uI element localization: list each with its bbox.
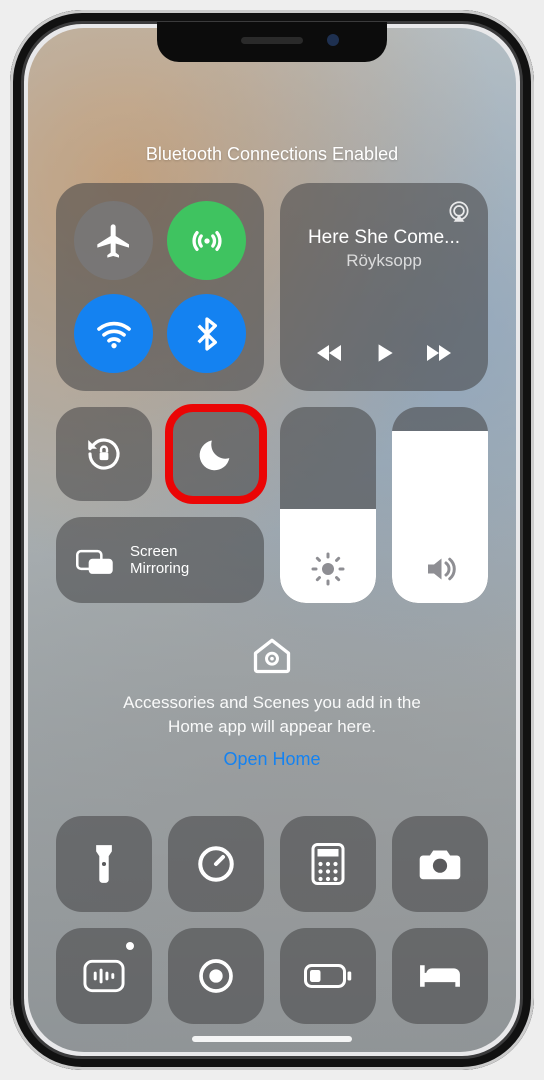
record-icon xyxy=(196,956,236,996)
wifi-icon xyxy=(94,314,134,354)
status-banner: Bluetooth Connections Enabled xyxy=(56,144,488,165)
connectivity-module xyxy=(56,183,264,391)
wifi-button[interactable] xyxy=(74,294,153,373)
flashlight-button[interactable] xyxy=(56,816,152,912)
track-artist: Röyksopp xyxy=(298,251,470,271)
volume-slider[interactable] xyxy=(392,407,488,603)
camera-button[interactable] xyxy=(392,816,488,912)
home-indicator[interactable] xyxy=(192,1036,352,1042)
badge-dot xyxy=(126,942,134,950)
timer-button[interactable] xyxy=(168,816,264,912)
home-icon xyxy=(250,633,294,677)
screen-mirroring-label: Screen Mirroring xyxy=(130,543,189,577)
play-button[interactable] xyxy=(371,339,397,367)
airplane-icon xyxy=(94,221,134,261)
do-not-disturb-button[interactable] xyxy=(168,407,264,501)
flashlight-icon xyxy=(87,842,121,886)
moon-icon xyxy=(196,434,236,474)
sun-icon xyxy=(310,551,346,587)
track-title: Here She Come... xyxy=(298,227,470,249)
timer-icon xyxy=(195,843,237,885)
sleep-button[interactable] xyxy=(392,928,488,1024)
voice-control-icon xyxy=(82,957,126,995)
screen-mirroring-button[interactable]: Screen Mirroring xyxy=(56,517,264,603)
speaker-icon xyxy=(422,551,458,587)
low-power-mode-button[interactable] xyxy=(280,928,376,1024)
home-text-line2: Home app will appear here. xyxy=(56,715,488,739)
airplane-mode-button[interactable] xyxy=(74,201,153,280)
airplay-icon xyxy=(446,199,472,225)
accessibility-shortcut-button[interactable] xyxy=(56,928,152,1024)
rotation-lock-icon xyxy=(83,433,125,475)
open-home-link[interactable]: Open Home xyxy=(223,749,320,770)
screen-record-button[interactable] xyxy=(168,928,264,1024)
bluetooth-icon xyxy=(187,314,227,354)
orientation-lock-button[interactable] xyxy=(56,407,152,501)
calculator-icon xyxy=(311,843,345,885)
previous-button[interactable] xyxy=(315,342,345,364)
cellular-data-button[interactable] xyxy=(167,201,246,280)
next-button[interactable] xyxy=(423,342,453,364)
screen-mirroring-icon xyxy=(76,544,114,576)
bluetooth-button[interactable] xyxy=(167,294,246,373)
home-panel: Accessories and Scenes you add in the Ho… xyxy=(56,633,488,770)
camera-icon xyxy=(418,846,462,882)
home-text-line1: Accessories and Scenes you add in the xyxy=(56,691,488,715)
media-module[interactable]: Here She Come... Röyksopp xyxy=(280,183,488,391)
battery-icon xyxy=(304,963,352,989)
brightness-slider[interactable] xyxy=(280,407,376,603)
calculator-button[interactable] xyxy=(280,816,376,912)
shortcuts-grid xyxy=(56,816,488,1024)
cellular-icon xyxy=(187,221,227,261)
bed-icon xyxy=(417,960,463,992)
